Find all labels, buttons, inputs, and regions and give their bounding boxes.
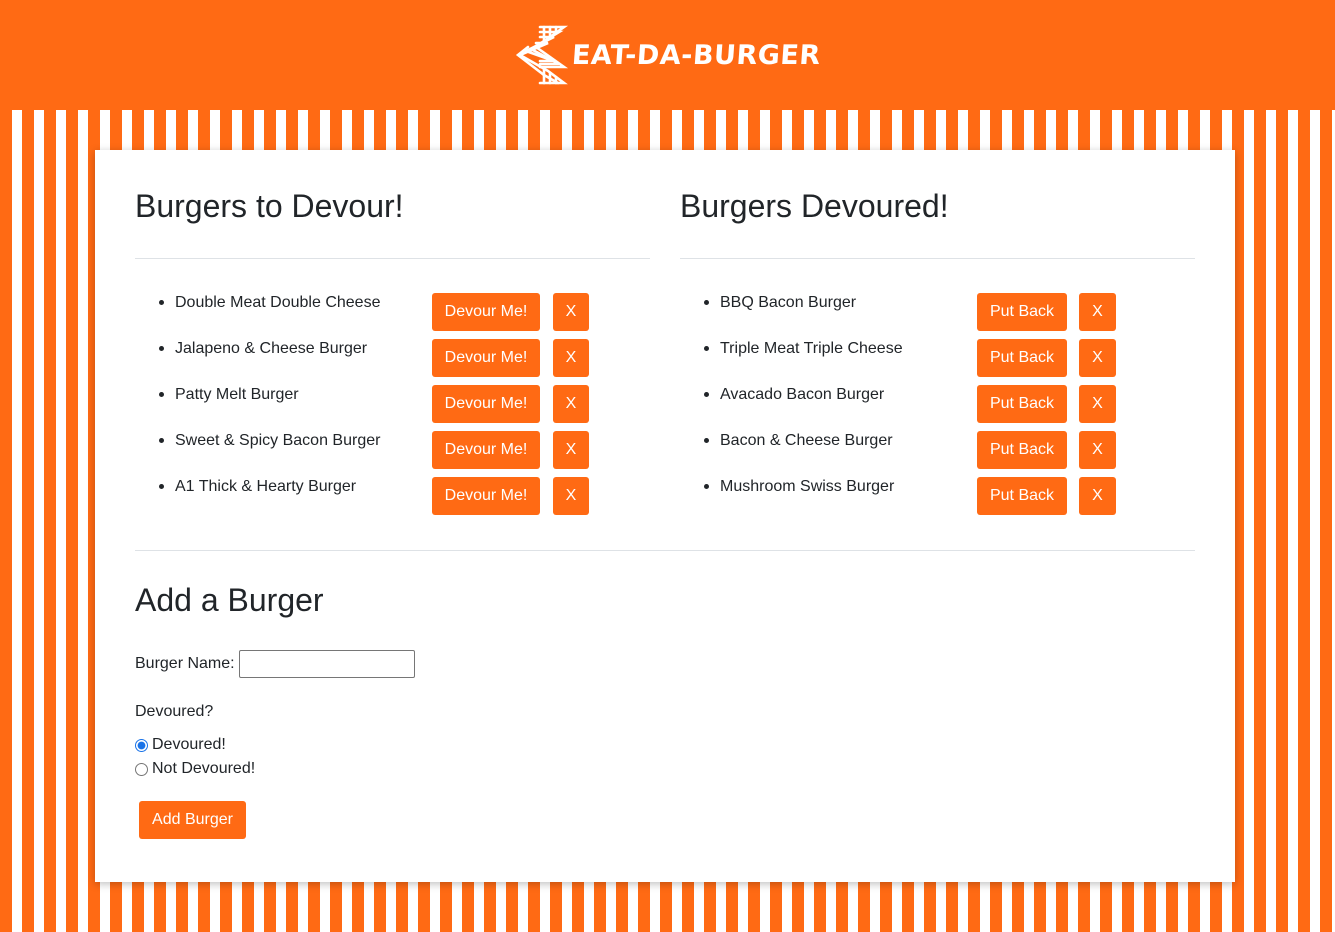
devour-button[interactable]: Devour Me! [432, 477, 540, 515]
put-back-button[interactable]: Put Back [977, 385, 1067, 423]
brand-name: EAT-DA-BURGER [571, 39, 822, 71]
bullet-icon [159, 438, 164, 443]
list-item: BBQ Bacon Burger Put Back X [680, 293, 1195, 339]
burger-name: Triple Meat Triple Cheese [720, 340, 903, 357]
main-card: Burgers to Devour! Double Meat Double Ch… [95, 150, 1235, 882]
radio-devoured-input[interactable] [135, 738, 148, 752]
list-item: Patty Melt Burger Devour Me! X [135, 385, 650, 431]
list-item: Avacado Bacon Burger Put Back X [680, 385, 1195, 431]
devoured-title: Burgers Devoured! [680, 188, 949, 224]
burger-name: Jalapeno & Cheese Burger [175, 340, 368, 357]
bullet-icon [704, 484, 709, 489]
radio-devoured-label: Devoured! [152, 736, 226, 753]
burger-name: Bacon & Cheese Burger [720, 432, 893, 449]
list-item: Bacon & Cheese Burger Put Back X [680, 431, 1195, 477]
burger-name: Avacado Bacon Burger [720, 386, 885, 403]
delete-button[interactable]: X [553, 339, 589, 377]
put-back-button[interactable]: Put Back [977, 477, 1067, 515]
put-back-button[interactable]: Put Back [977, 339, 1067, 377]
burger-name: Double Meat Double Cheese [175, 294, 381, 311]
delete-button[interactable]: X [553, 385, 589, 423]
list-item: A1 Thick & Hearty Burger Devour Me! X [135, 477, 650, 523]
to-devour-title: Burgers to Devour! [135, 188, 404, 224]
radio-not-devoured-input[interactable] [135, 762, 148, 776]
to-devour-list: Double Meat Double Cheese Devour Me! X J… [135, 293, 650, 523]
radio-not-devoured-label: Not Devoured! [152, 760, 256, 777]
burger-name: BBQ Bacon Burger [720, 294, 857, 311]
divider [135, 258, 650, 259]
put-back-button[interactable]: Put Back [977, 293, 1067, 331]
burger-stripes-icon [516, 25, 569, 85]
delete-button[interactable]: X [553, 293, 589, 331]
devoured-question: Devoured? [135, 703, 214, 720]
delete-button[interactable]: X [1079, 431, 1116, 469]
bullet-icon [704, 346, 709, 351]
burger-name: Mushroom Swiss Burger [720, 478, 895, 495]
delete-button[interactable]: X [1079, 477, 1116, 515]
list-item: Double Meat Double Cheese Devour Me! X [135, 293, 650, 339]
devour-button[interactable]: Devour Me! [432, 339, 540, 377]
devoured-list: BBQ Bacon Burger Put Back X Triple Meat … [680, 293, 1195, 523]
list-item: Jalapeno & Cheese Burger Devour Me! X [135, 339, 650, 385]
divider [135, 550, 1195, 551]
burger-name-label: Burger Name: [135, 655, 235, 672]
delete-button[interactable]: X [553, 431, 589, 469]
burger-name-input[interactable] [238, 650, 415, 678]
bullet-icon [704, 300, 709, 305]
add-burger-title: Add a Burger [135, 582, 324, 618]
bullet-icon [704, 392, 709, 397]
burger-name: Sweet & Spicy Bacon Burger [175, 432, 381, 449]
bullet-icon [704, 438, 709, 443]
radio-not-devoured[interactable]: Not Devoured! [135, 760, 255, 778]
site-header: EAT-DA-BURGER [0, 0, 1335, 110]
delete-button[interactable]: X [553, 477, 589, 515]
radio-devoured[interactable]: Devoured! [135, 736, 226, 754]
add-burger-button[interactable]: Add Burger [139, 801, 246, 839]
brand-logo[interactable]: EAT-DA-BURGER [514, 23, 822, 87]
burger-name-row: Burger Name: [135, 650, 415, 678]
put-back-button[interactable]: Put Back [977, 431, 1067, 469]
delete-button[interactable]: X [1079, 339, 1116, 377]
bullet-icon [159, 392, 164, 397]
devour-button[interactable]: Devour Me! [432, 385, 540, 423]
devour-button[interactable]: Devour Me! [432, 431, 540, 469]
delete-button[interactable]: X [1079, 293, 1116, 331]
burger-name: Patty Melt Burger [175, 386, 299, 403]
divider [680, 258, 1195, 259]
bullet-icon [159, 346, 164, 351]
list-item: Sweet & Spicy Bacon Burger Devour Me! X [135, 431, 650, 477]
burger-name: A1 Thick & Hearty Burger [175, 478, 357, 495]
devour-button[interactable]: Devour Me! [432, 293, 540, 331]
list-item: Triple Meat Triple Cheese Put Back X [680, 339, 1195, 385]
delete-button[interactable]: X [1079, 385, 1116, 423]
bullet-icon [159, 300, 164, 305]
bullet-icon [159, 484, 164, 489]
list-item: Mushroom Swiss Burger Put Back X [680, 477, 1195, 523]
